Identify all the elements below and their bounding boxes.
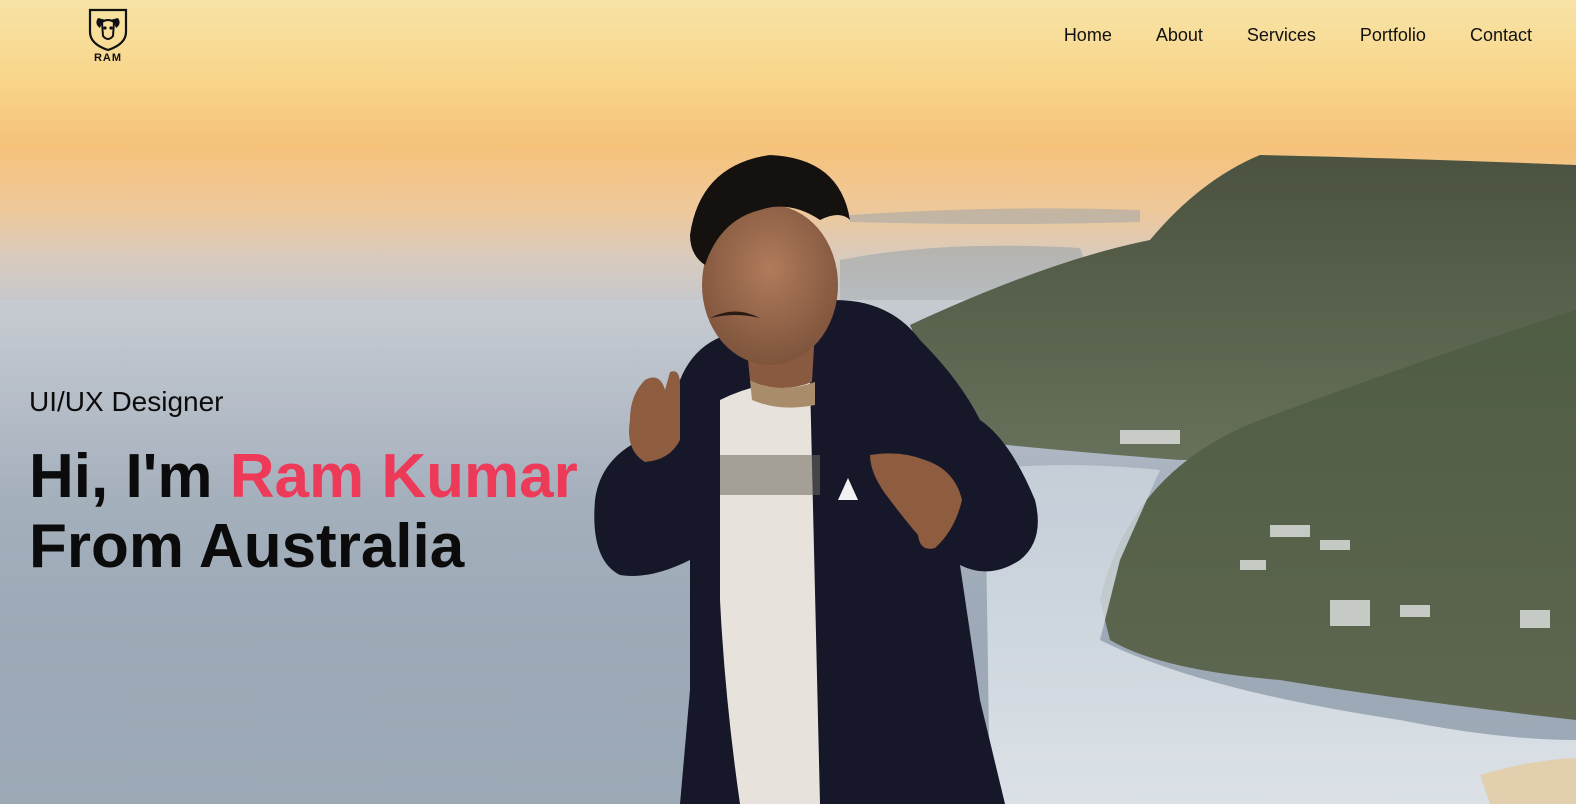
- hero-location: From Australia: [29, 512, 465, 581]
- hero-role: UI/UX Designer: [29, 386, 224, 417]
- hero-greeting: Hi, I'm: [29, 442, 230, 511]
- brand-logo-text: RAM: [93, 52, 123, 64]
- nav-item-portfolio[interactable]: Portfolio: [1360, 24, 1426, 46]
- top-navigation: RAM Home About Services Portfolio Contac…: [0, 0, 1576, 70]
- main-menu: Home About Services Portfolio Contact: [1020, 24, 1532, 46]
- hero-name: Ram Kumar: [229, 442, 578, 511]
- nav-item-contact[interactable]: Contact: [1470, 24, 1532, 46]
- nav-item-services[interactable]: Services: [1247, 24, 1316, 46]
- nav-item-home[interactable]: Home: [1064, 24, 1112, 46]
- nav-item-about[interactable]: About: [1156, 24, 1203, 46]
- hero-section: RAM Home About Services Portfolio Contac…: [0, 0, 1576, 804]
- hero-headline: Hi, I'm Ram Kumar From Australia: [29, 442, 578, 582]
- hero-intro: UI/UX Designer Hi, I'm Ram Kumar From Au…: [29, 384, 578, 582]
- ram-head-icon: [88, 8, 128, 52]
- brand-logo[interactable]: RAM: [80, 6, 136, 66]
